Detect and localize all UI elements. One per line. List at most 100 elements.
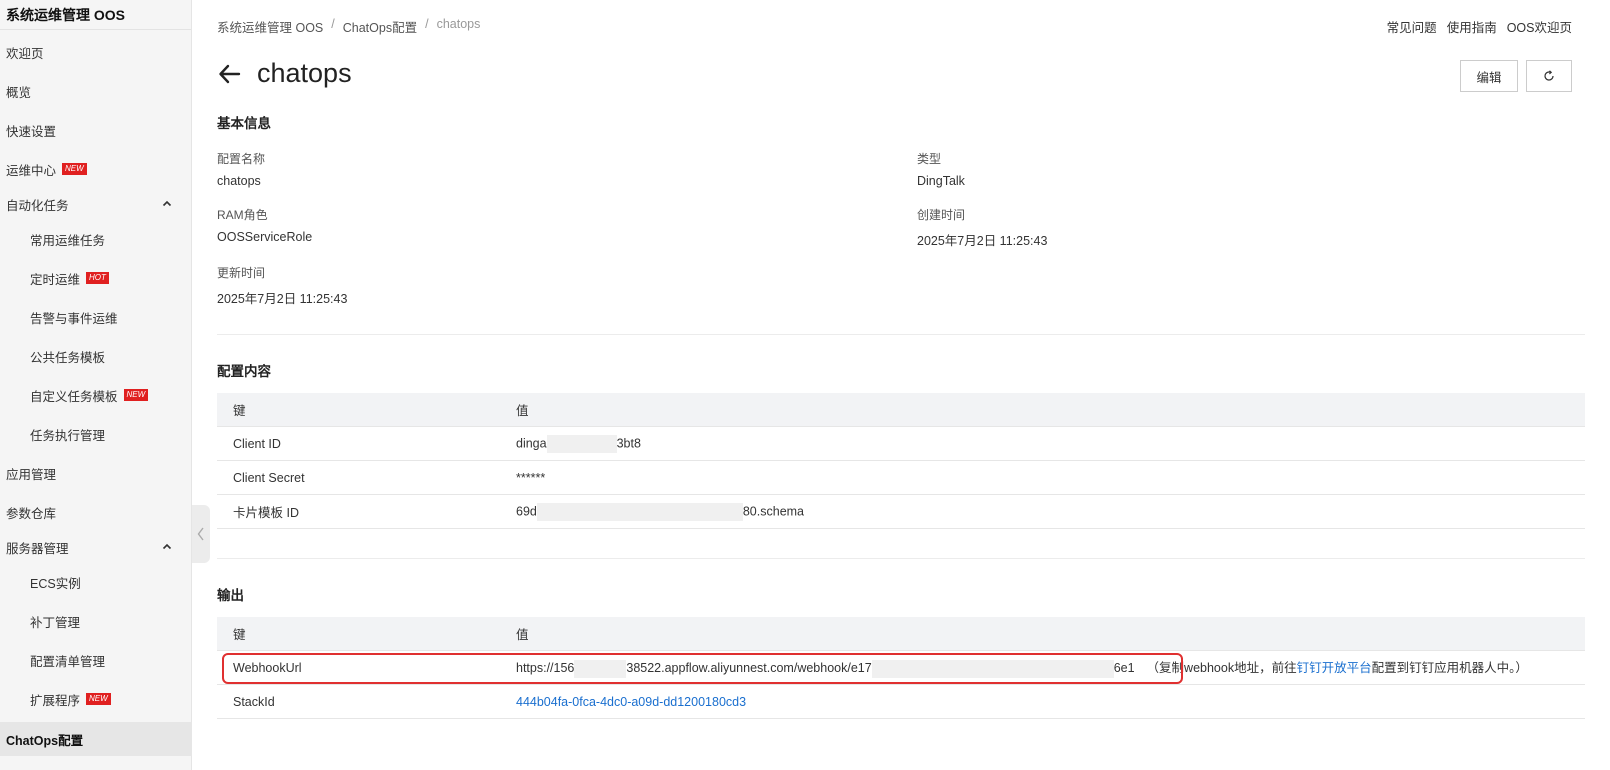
sidebar-item-inventory[interactable]: 配置清单管理 <box>0 647 192 673</box>
new-badge: NEW <box>86 693 111 705</box>
divider <box>217 558 1585 559</box>
header-actions: 编辑 <box>1460 60 1572 92</box>
breadcrumb: 系统运维管理 OOS / ChatOps配置 / chatops <box>217 17 480 36</box>
new-badge: NEW <box>62 163 87 175</box>
hot-badge: HOT <box>86 272 109 284</box>
sidebar-item-extensions[interactable]: 扩展程序 NEW <box>0 686 192 712</box>
oos-welcome-link[interactable]: OOS欢迎页 <box>1507 17 1572 36</box>
sidebar-item-welcome[interactable]: 欢迎页 <box>0 39 192 65</box>
breadcrumb-separator: / <box>331 17 335 31</box>
ram-role-value: OOSServiceRole <box>217 230 313 244</box>
sidebar-item-label: 概览 <box>6 85 32 100</box>
breadcrumb-item-chatops-config[interactable]: ChatOps配置 <box>343 17 417 36</box>
sidebar-item-quick-setup[interactable]: 快速设置 <box>0 117 192 143</box>
sidebar-item-label: 欢迎页 <box>6 46 44 61</box>
sidebar: 系统运维管理 OOS 欢迎页 概览 快速设置 运维中心 NEW 自动化任务 常用运… <box>0 0 192 770</box>
row-key: StackId <box>233 694 275 709</box>
table-row: StackId 444b04fa-0fca-4dc0-a09d-dd120018… <box>217 685 1585 719</box>
dingtalk-open-platform-link[interactable]: 钉钉开放平台 <box>1297 661 1372 675</box>
sidebar-item-label: ChatOps配置 <box>6 733 84 748</box>
table-row: Client Secret ****** <box>217 461 1585 495</box>
sidebar-item-patch-management[interactable]: 补丁管理 <box>0 608 192 634</box>
highlight-box <box>222 653 1183 684</box>
sidebar-item-label: 快速设置 <box>6 124 57 139</box>
sidebar-item-label: 补丁管理 <box>30 615 81 630</box>
config-content-title: 配置内容 <box>217 364 271 379</box>
sidebar-item-alert-ops[interactable]: 告警与事件运维 <box>0 304 192 330</box>
sidebar-item-scheduled-ops[interactable]: 定时运维 HOT <box>0 265 192 291</box>
sidebar-item-label: 常用运维任务 <box>30 233 106 248</box>
value-prefix: 69d <box>516 503 537 518</box>
redaction-mask <box>536 502 743 521</box>
back-arrow-icon[interactable] <box>217 61 243 87</box>
refresh-button[interactable] <box>1526 60 1572 92</box>
sidebar-item-task-executions[interactable]: 任务执行管理 <box>0 421 192 447</box>
updated-time-value: 2025年7月2日 11:25:43 <box>217 292 348 306</box>
updated-time-field: 更新时间 2025年7月2日 11:25:43 <box>217 264 347 307</box>
value-suffix: 3bt8 <box>616 435 641 450</box>
config-name-value: chatops <box>217 174 261 188</box>
sidebar-group-server-management[interactable]: 服务器管理 <box>0 534 192 560</box>
type-value: DingTalk <box>917 174 965 188</box>
sidebar-item-label: 自定义任务模板 <box>30 389 118 404</box>
sidebar-item-label: 应用管理 <box>6 467 57 482</box>
sidebar-item-label: 自动化任务 <box>6 198 69 213</box>
sidebar-group-automation[interactable]: 自动化任务 <box>0 191 192 217</box>
config-content-table: 键 值 Client ID dinga 3bt8 Client Secret **… <box>217 393 1585 529</box>
edit-button[interactable]: 编辑 <box>1460 60 1518 92</box>
sidebar-item-label: 定时运维 <box>30 272 81 287</box>
refresh-icon <box>1544 70 1554 81</box>
ram-role-label: RAM角色 <box>217 208 268 222</box>
faq-link[interactable]: 常见问题 <box>1387 17 1437 36</box>
config-name-field: 配置名称 chatops <box>217 150 265 188</box>
row-key: Client Secret <box>233 470 305 485</box>
created-time-field: 创建时间 2025年7月2日 11:25:43 <box>917 206 1047 249</box>
table-row: 卡片模板 ID 69d 80.schema <box>217 495 1585 529</box>
sidebar-title: 系统运维管理 OOS <box>0 0 191 30</box>
stack-id-link[interactable]: 444b04fa-0fca-4dc0-a09d-dd1200180cd3 <box>516 695 746 709</box>
created-time-label: 创建时间 <box>917 208 966 222</box>
main-content: 系统运维管理 OOS / ChatOps配置 / chatops 常见问题 使用… <box>192 0 1610 770</box>
table-row: Client ID dinga 3bt8 <box>217 427 1585 461</box>
config-name-label: 配置名称 <box>217 152 266 166</box>
row-value: ****** <box>516 470 546 485</box>
column-header-key: 键 <box>233 628 246 642</box>
column-header-value: 值 <box>516 628 529 642</box>
basic-info-title: 基本信息 <box>217 116 271 131</box>
sidebar-item-app-management[interactable]: 应用管理 <box>0 460 192 486</box>
ram-role-field: RAM角色 OOSServiceRole <box>217 206 312 244</box>
value-prefix: dinga <box>516 435 547 450</box>
sidebar-item-label: 运维中心 <box>6 163 57 178</box>
hint-text: 配置到钉钉应用机器人中。） <box>1371 661 1528 676</box>
chevron-up-icon <box>162 543 172 550</box>
sidebar-item-label: 扩展程序 <box>30 693 81 708</box>
sidebar-item-common-tasks[interactable]: 常用运维任务 <box>0 226 192 252</box>
sidebar-item-label: 任务执行管理 <box>30 428 106 443</box>
sidebar-item-parameter-store[interactable]: 参数仓库 <box>0 499 192 525</box>
sidebar-item-overview[interactable]: 概览 <box>0 78 192 104</box>
column-header-key: 键 <box>233 404 246 418</box>
column-header-value: 值 <box>516 404 529 418</box>
redaction-mask <box>546 434 617 453</box>
sidebar-item-custom-templates[interactable]: 自定义任务模板 NEW <box>0 382 192 408</box>
sidebar-item-chatops-config[interactable]: ChatOps配置 <box>0 722 192 756</box>
divider <box>217 334 1585 335</box>
value-suffix: 80.schema <box>742 503 805 518</box>
breadcrumb-item-current: chatops <box>436 17 481 31</box>
sidebar-item-label: 告警与事件运维 <box>30 311 118 326</box>
sidebar-item-ecs-instances[interactable]: ECS实例 <box>0 569 192 595</box>
page-header: chatops <box>217 58 352 89</box>
sidebar-item-label: ECS实例 <box>30 576 81 591</box>
row-value: 69d 80.schema <box>516 502 1585 521</box>
row-value: 444b04fa-0fca-4dc0-a09d-dd1200180cd3 <box>516 695 1585 709</box>
breadcrumb-separator: / <box>425 17 429 31</box>
row-value: dinga 3bt8 <box>516 434 1585 453</box>
sidebar-item-public-templates[interactable]: 公共任务模板 <box>0 343 192 369</box>
webhook-hint: （复制webhook地址，前往钉钉开放平台配置到钉钉应用机器人中。） <box>1147 661 1528 675</box>
topbar: 系统运维管理 OOS / ChatOps配置 / chatops 常见问题 使用… <box>192 0 1610 48</box>
sidebar-item-ops-center[interactable]: 运维中心 NEW <box>0 156 192 182</box>
breadcrumb-item-oos[interactable]: 系统运维管理 OOS <box>217 17 323 36</box>
updated-time-label: 更新时间 <box>217 266 266 280</box>
user-guide-link[interactable]: 使用指南 <box>1447 17 1497 36</box>
sidebar-item-label: 服务器管理 <box>6 541 69 556</box>
